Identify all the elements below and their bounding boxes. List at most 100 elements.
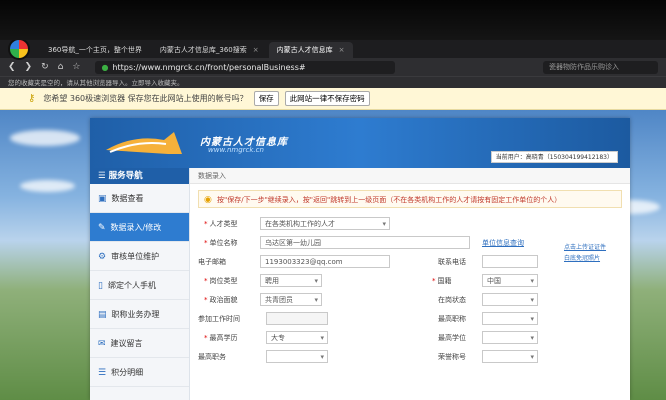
breadcrumb: 数据录入 <box>190 168 630 184</box>
form-row-position: 最高职务 荣誉称号 <box>190 347 630 366</box>
political-select[interactable]: 共青团员 <box>260 293 322 306</box>
list-icon: ☰ <box>98 368 107 378</box>
form-row-email: 电子邮箱 1193003323@qq.com 联系电话 白底免冠照片 <box>190 252 630 271</box>
talent-type-select[interactable]: 在各类机构工作的人才 <box>260 217 390 230</box>
sidebar-item-label: 职称业务办理 <box>111 310 160 319</box>
close-icon[interactable]: × <box>253 46 259 54</box>
sidebar-item-label: 数据录入/修改 <box>110 223 162 232</box>
sidebar-item-data-view[interactable]: ▣ 数据查看 <box>90 184 189 213</box>
tab-active[interactable]: 内蒙古人才信息库 × <box>268 42 353 58</box>
tab-360-home[interactable]: 360导航_一个主页，整个世界 <box>40 42 150 58</box>
phone-input[interactable] <box>482 255 538 268</box>
main-content: 数据录入 ◉ 按"保存/下一步"继续录入，按"返回"跳转到上一级页面（不在各类机构… <box>190 168 630 400</box>
address-bar: ❮ ❯ ↻ ⌂ ☆ ● https://www.nmgrck.cn/front/p… <box>0 58 666 76</box>
position-label: 最高职务 <box>198 353 226 361</box>
current-user: 当前用户：高晓青（150304199412183） <box>490 151 618 163</box>
honor-select[interactable] <box>482 350 538 363</box>
refresh-icon[interactable]: ↻ <box>41 62 49 72</box>
sidebar-item-bind-phone[interactable]: ▯ 绑定个人手机 <box>90 271 189 300</box>
tab-bar: 360导航_一个主页，整个世界 内蒙古人才信息库_360搜索 × 内蒙古人才信息库… <box>0 40 666 60</box>
email-input[interactable]: 1193003323@qq.com <box>260 255 390 268</box>
edit-icon: ✎ <box>98 223 106 233</box>
tab-search[interactable]: 内蒙古人才信息库_360搜索 × <box>152 42 267 58</box>
work-time-input[interactable] <box>266 312 328 325</box>
degree-label: 最高学位 <box>438 334 466 342</box>
close-icon[interactable]: × <box>339 46 345 54</box>
message-icon: ✉ <box>98 339 106 349</box>
form-row-education: *最高学历 大专 最高学位 <box>190 328 630 347</box>
sidebar-item-points[interactable]: ☰ 积分明细 <box>90 358 189 387</box>
cloud-decoration <box>20 180 75 192</box>
monitor-bezel <box>0 0 666 40</box>
form-row-unit: * 单位名称 乌达区第一幼儿园 单位信息查询 点击上传证证件 <box>190 233 630 252</box>
back-icon[interactable]: ❮ <box>8 62 16 72</box>
honor-label: 荣誉称号 <box>438 353 466 361</box>
unit-label: * 单位名称 <box>204 239 238 247</box>
upload-photo-link[interactable]: 点击上传证证件 <box>564 242 606 251</box>
sidebar: ☰ 服务导航 ▣ 数据查看 ✎ 数据录入/修改 ⚙ 审核单位维护 ▯ 绑定个人手机 ▤ 职… <box>90 168 190 400</box>
sidebar-title-text: 服务导航 <box>108 171 143 181</box>
title-select[interactable] <box>482 312 538 325</box>
degree-select[interactable] <box>482 331 538 344</box>
sidebar-title: ☰ 服务导航 <box>90 168 189 184</box>
sidebar-item-feedback[interactable]: ✉ 建议留言 <box>90 329 189 358</box>
talent-type-label: * 人才类型 <box>204 220 238 228</box>
url-input[interactable]: ● https://www.nmgrck.cn/front/personalBus… <box>95 60 396 74</box>
password-save-bar: ⚷ 您希望 360极速浏览器 保存您在此网站上使用的帐号吗？ 保存 此网站一律不… <box>0 88 666 110</box>
browser-window: 360导航_一个主页，整个世界 内蒙古人才信息库_360搜索 × 内蒙古人才信息库… <box>0 40 666 400</box>
tab-label: 360导航_一个主页，整个世界 <box>48 46 142 54</box>
sidebar-item-label: 积分明细 <box>111 368 144 377</box>
unit-query-link[interactable]: 单位信息查询 <box>482 238 524 248</box>
sidebar-item-data-entry[interactable]: ✎ 数据录入/修改 <box>90 213 189 242</box>
post-type-select[interactable]: 聘用 <box>260 274 322 287</box>
post-type-label: * 岗位类型 <box>204 277 238 285</box>
sidebar-item-title-business[interactable]: ▤ 职称业务办理 <box>90 300 189 329</box>
file-icon: ▤ <box>98 310 107 320</box>
home-icon[interactable]: ⌂ <box>58 62 64 72</box>
key-icon: ⚷ <box>28 93 36 104</box>
form-row-talent-type: * 人才类型 在各类机构工作的人才 <box>190 214 630 233</box>
job-status-select[interactable] <box>482 293 538 306</box>
position-select[interactable] <box>266 350 328 363</box>
notice-text: 按"保存/下一步"继续录入，按"返回"跳转到上一级页面（不在各类机构工作的人才请… <box>217 196 562 204</box>
photo-hint-link[interactable]: 白底免冠照片 <box>564 253 600 262</box>
political-label: * 政治面貌 <box>204 296 238 304</box>
page-background: 内蒙古人才信息库 www.nmgrck.cn 当前用户：高晓青（15030419… <box>0 110 666 400</box>
search-hint-text: 瓷器物防作品乐购诊入 <box>549 62 619 71</box>
unit-input[interactable]: 乌达区第一幼儿园 <box>260 236 470 249</box>
education-select[interactable]: 大专 <box>266 331 328 344</box>
site-domain: www.nmgrck.cn <box>208 146 264 154</box>
save-password-button[interactable]: 保存 <box>253 91 279 106</box>
bookmarks-bar: 您的收藏夹是空的，请从其他浏览器导入。立即导入收藏夹。 <box>0 76 666 88</box>
search-box[interactable]: 瓷器物防作品乐购诊入 <box>543 60 658 74</box>
phone-icon: ▯ <box>98 281 103 291</box>
tab-label: 内蒙古人才信息库_360搜索 <box>159 46 247 54</box>
lock-icon: ● <box>101 62 109 72</box>
form-row-work-time: 参加工作时间 最高职称 <box>190 309 630 328</box>
bookmarks-text[interactable]: 您的收藏夹是空的，请从其他浏览器导入。立即导入收藏夹。 <box>8 79 184 87</box>
site-header: 内蒙古人才信息库 www.nmgrck.cn 当前用户：高晓青（15030419… <box>90 118 630 168</box>
sidebar-item-label: 数据查看 <box>111 194 144 203</box>
sidebar-item-label: 审核单位维护 <box>111 252 160 261</box>
form-row-political: *政治面貌 共青团员 在岗状态 <box>190 290 630 309</box>
star-icon[interactable]: ☆ <box>72 62 80 72</box>
lightbulb-icon: ◉ <box>204 195 212 205</box>
sidebar-item-label: 建议留言 <box>110 339 143 348</box>
nationality-label: * 国籍 <box>432 277 452 285</box>
sidebar-item-label: 绑定个人手机 <box>107 281 156 290</box>
phone-label: 联系电话 <box>438 258 466 266</box>
sidebar-item-review-unit[interactable]: ⚙ 审核单位维护 <box>90 242 189 271</box>
forward-icon[interactable]: ❯ <box>25 62 33 72</box>
notice-box: ◉ 按"保存/下一步"继续录入，按"返回"跳转到上一级页面（不在各类机构工作的人才… <box>198 190 622 208</box>
tab-label: 内蒙古人才信息库 <box>276 46 333 54</box>
site-logo-icon <box>106 132 182 154</box>
title-label: 最高职称 <box>438 315 466 323</box>
nationality-select[interactable]: 中国 <box>482 274 538 287</box>
cloud-decoration <box>10 130 80 146</box>
job-status-label: 在岗状态 <box>438 296 466 304</box>
never-save-button[interactable]: 此网站一律不保存密码 <box>284 91 370 106</box>
gear-icon: ⚙ <box>98 252 107 262</box>
url-text: https://www.nmgrck.cn/front/personalBusi… <box>112 62 306 72</box>
browser-logo-icon <box>8 40 30 60</box>
monitor-icon: ▣ <box>98 194 107 204</box>
